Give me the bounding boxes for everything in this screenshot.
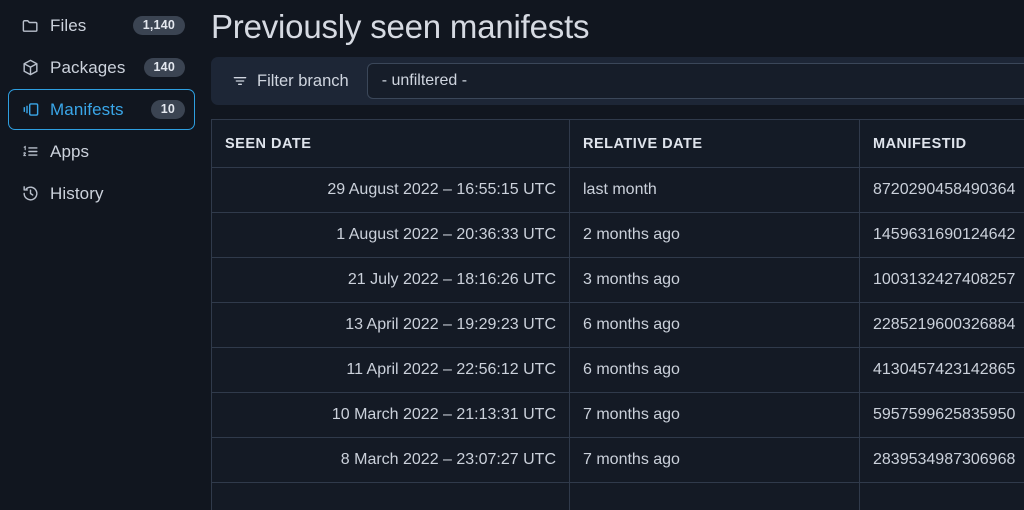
column-header-manifestid[interactable]: MANIFESTID [859, 119, 1024, 169]
cell-seen-date: 29 August 2022 – 16:55:15 UTC [211, 167, 570, 214]
table-header-row: SEEN DATE RELATIVE DATE MANIFESTID [211, 119, 1024, 169]
cell-manifestid-link[interactable]: 2839534987306968 [859, 437, 1024, 484]
cell-relative-date [569, 482, 860, 510]
sidebar-item-label: Files [50, 15, 87, 35]
cell-seen-date: 11 April 2022 – 22:56:12 UTC [211, 347, 570, 394]
numbered-list-icon [19, 141, 41, 163]
filter-branch-label-text: Filter branch [257, 71, 349, 90]
main-content: Previously seen manifests Filter branch [205, 0, 1024, 510]
sidebar-badge-files: 1,140 [132, 15, 185, 36]
sidebar: Files 1,140 Packages 140 Manifests 10 Ap… [0, 0, 205, 510]
column-header-seen-date[interactable]: SEEN DATE [211, 119, 570, 169]
manifest-icon [19, 99, 41, 121]
sidebar-item-label: History [50, 183, 104, 203]
cell-seen-date: 10 March 2022 – 21:13:31 UTC [211, 392, 570, 439]
filter-icon [231, 72, 249, 90]
cell-relative-date: 2 months ago [569, 212, 860, 259]
filter-branch-input[interactable] [366, 63, 1024, 100]
cell-manifestid-link[interactable]: 4130457423142865 [859, 347, 1024, 394]
table-row[interactable] [211, 482, 1024, 510]
cell-manifestid-link[interactable]: 8720290458490364 [859, 167, 1024, 214]
sidebar-badge-manifests: 10 [150, 99, 185, 120]
filter-bar: Filter branch [211, 57, 1024, 106]
history-clock-icon [19, 183, 41, 205]
sidebar-item-label: Apps [50, 141, 90, 161]
filter-branch-label: Filter branch [231, 72, 349, 91]
table-row[interactable]: 21 July 2022 – 18:16:26 UTC 3 months ago 1… [211, 257, 1024, 304]
sidebar-badge-packages: 140 [143, 57, 185, 78]
sidebar-item-apps[interactable]: Apps [8, 131, 195, 172]
table-row[interactable]: 11 April 2022 – 22:56:12 UTC 6 months ago… [211, 347, 1024, 394]
sidebar-item-files[interactable]: Files 1,140 [8, 5, 195, 46]
cell-relative-date: 7 months ago [569, 437, 860, 484]
package-icon [19, 57, 41, 79]
manifests-table-container: SEEN DATE RELATIVE DATE MANIFESTID 29 Au… [211, 119, 1024, 510]
manifests-table: SEEN DATE RELATIVE DATE MANIFESTID 29 Au… [211, 119, 1024, 510]
cell-seen-date: 8 March 2022 – 23:07:27 UTC [211, 437, 570, 484]
cell-manifestid-link[interactable]: 2285219600326884 [859, 302, 1024, 349]
cell-manifestid-link[interactable]: 1003132427408257 [859, 257, 1024, 304]
app-root: Files 1,140 Packages 140 Manifests 10 Ap… [0, 0, 1024, 510]
sidebar-item-label: Packages [50, 57, 126, 77]
sidebar-item-packages[interactable]: Packages 140 [8, 47, 195, 88]
table-header: SEEN DATE RELATIVE DATE MANIFESTID [211, 119, 1024, 169]
cell-relative-date: last month [569, 167, 860, 214]
sidebar-item-manifests[interactable]: Manifests 10 [8, 89, 195, 130]
cell-relative-date: 3 months ago [569, 257, 860, 304]
cell-seen-date [211, 482, 570, 510]
table-body: 29 August 2022 – 16:55:15 UTC last month 8… [211, 167, 1024, 510]
sidebar-item-history[interactable]: History [8, 173, 195, 214]
cell-manifestid-link[interactable]: 5957599625835950 [859, 392, 1024, 439]
table-row[interactable]: 29 August 2022 – 16:55:15 UTC last month 8… [211, 167, 1024, 214]
cell-manifestid-link[interactable] [859, 482, 1024, 510]
table-row[interactable]: 8 March 2022 – 23:07:27 UTC 7 months ago 2… [211, 437, 1024, 484]
cell-manifestid-link[interactable]: 1459631690124642 [859, 212, 1024, 259]
sidebar-item-label: Manifests [50, 99, 124, 119]
page-title: Previously seen manifests [211, 8, 590, 45]
table-row[interactable]: 13 April 2022 – 19:29:23 UTC 6 months ago… [211, 302, 1024, 349]
folder-icon [19, 15, 41, 37]
cell-relative-date: 6 months ago [569, 302, 860, 349]
cell-seen-date: 21 July 2022 – 18:16:26 UTC [211, 257, 570, 304]
cell-seen-date: 1 August 2022 – 20:36:33 UTC [211, 212, 570, 259]
column-header-relative-date[interactable]: RELATIVE DATE [569, 119, 860, 169]
table-row[interactable]: 1 August 2022 – 20:36:33 UTC 2 months ago… [211, 212, 1024, 259]
table-row[interactable]: 10 March 2022 – 21:13:31 UTC 7 months ago… [211, 392, 1024, 439]
cell-seen-date: 13 April 2022 – 19:29:23 UTC [211, 302, 570, 349]
cell-relative-date: 6 months ago [569, 347, 860, 394]
cell-relative-date: 7 months ago [569, 392, 860, 439]
